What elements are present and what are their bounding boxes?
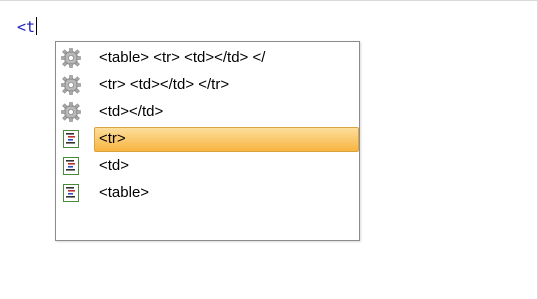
completion-item-label: <table> [99,184,150,201]
completion-item-label: <table> <tr> <td></td> </ [99,49,266,66]
completion-item-selected[interactable]: <tr> [59,125,359,152]
gear-icon [61,75,81,95]
autocomplete-popup: <table> <tr> <td></td> </ <tr> <td></td>… [55,41,360,241]
tag-document-icon [61,183,81,203]
gear-icon [61,48,81,68]
code-editor[interactable]: <t <table> <tr> <td></td> </ <tr> <td></… [0,0,538,299]
completion-item[interactable]: <td> [59,152,359,179]
completion-item[interactable]: <tr> <td></td> </tr> [59,71,359,98]
completion-item-label: <tr> <td></td> </tr> [99,76,230,93]
completion-item-label: <td> [99,157,130,174]
completion-item[interactable]: <table> <tr> <td></td> </ [59,44,359,71]
gear-icon [61,102,81,122]
completion-item-label: <tr> [99,130,126,147]
completion-item[interactable]: <table> [59,179,359,206]
tag-document-icon [61,156,81,176]
completion-item-label: <td></td> [99,103,164,120]
selection-highlight [94,127,359,152]
text-caret [36,17,38,35]
code-line[interactable]: <t [17,17,38,37]
typed-text: <t [17,18,36,36]
completion-item[interactable]: <td></td> [59,98,359,125]
tag-document-icon [61,129,81,149]
